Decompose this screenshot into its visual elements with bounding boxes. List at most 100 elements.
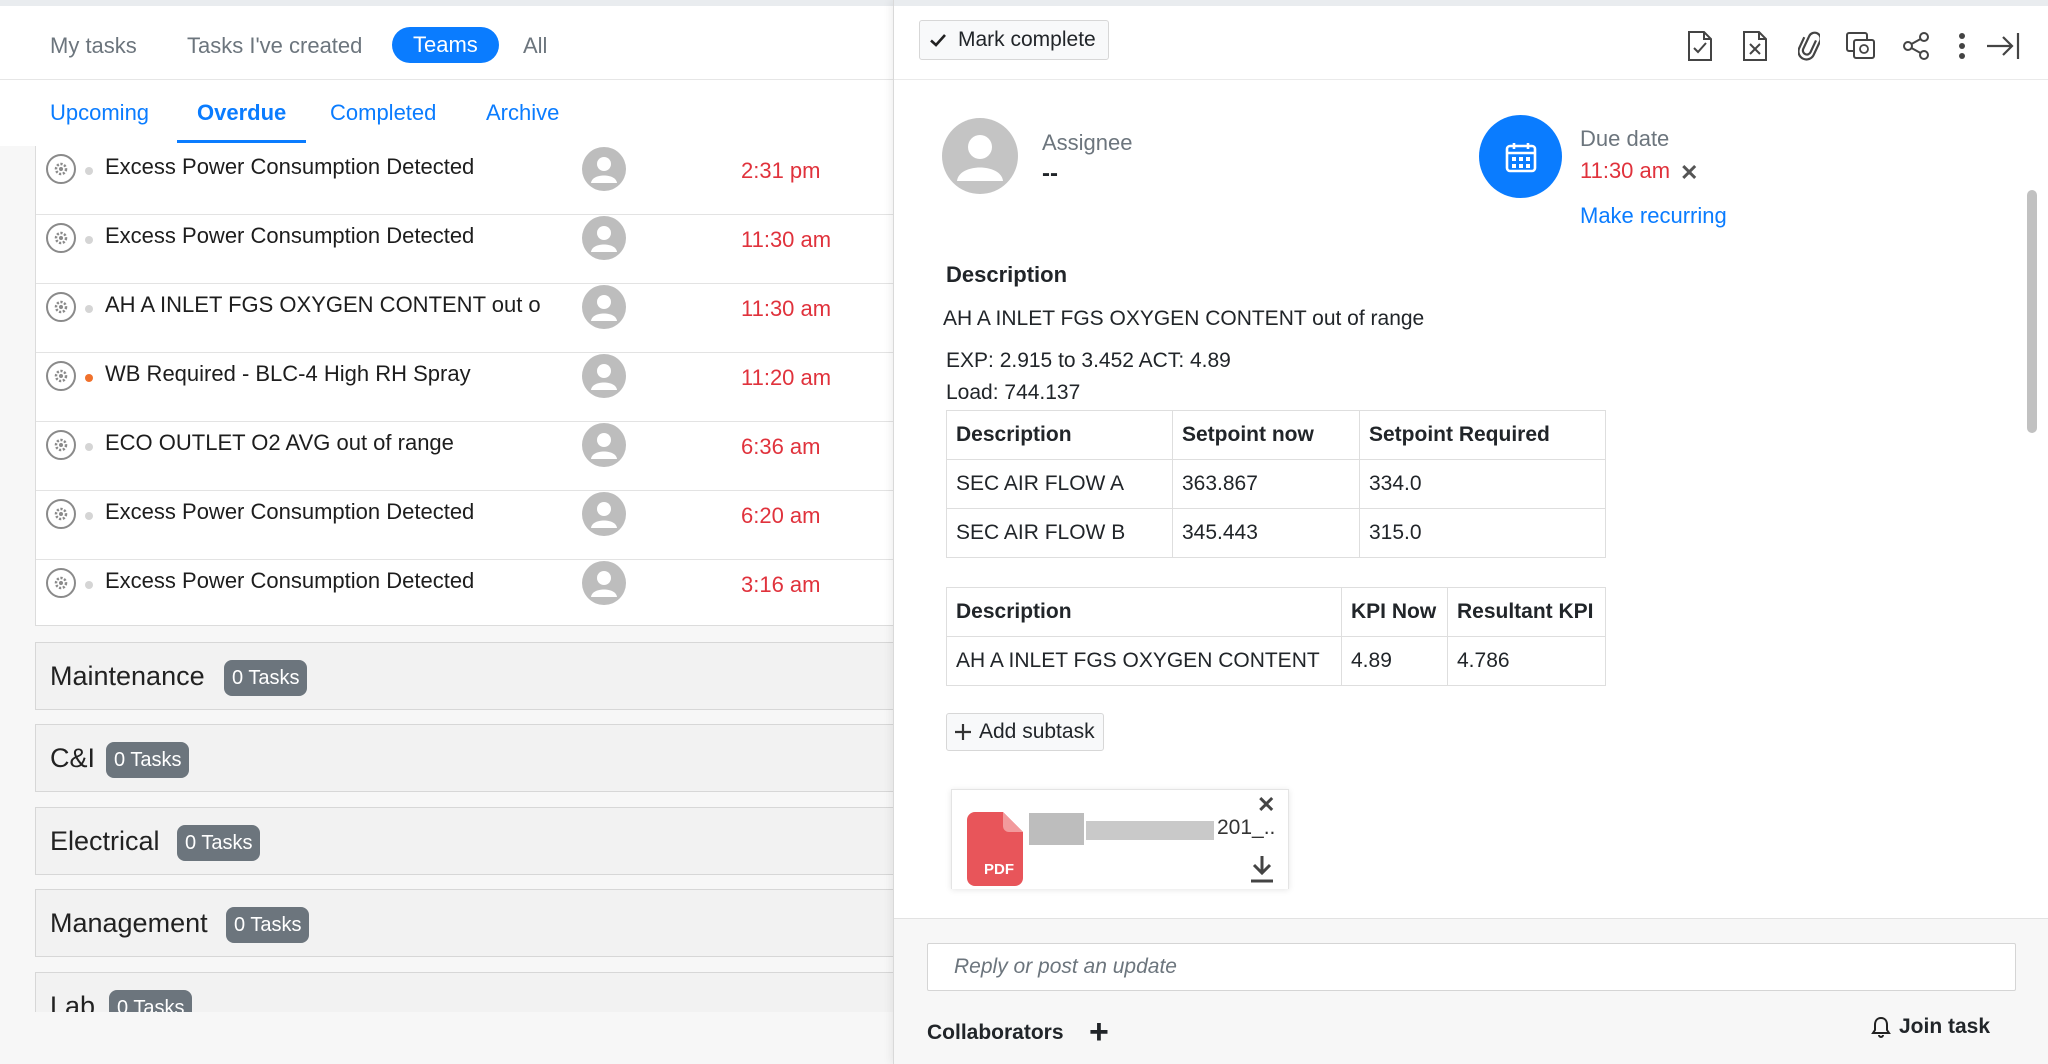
add-subtask-button[interactable]: Add subtask <box>946 713 1104 751</box>
due-time: 6:36 am <box>741 434 821 459</box>
mark-complete-button[interactable]: Mark complete <box>919 20 1109 60</box>
avatar[interactable] <box>582 492 626 536</box>
avatar[interactable] <box>582 423 626 467</box>
group-maintenance[interactable]: Maintenance 0 Tasks <box>35 642 893 710</box>
copy-icon[interactable] <box>1843 28 1879 64</box>
table-cell: 315.0 <box>1359 508 1606 558</box>
close-panel-icon[interactable] <box>1985 28 2021 64</box>
task-row[interactable]: Excess Power Consumption Detected 6:20 a… <box>36 491 893 560</box>
setpoint-table: Description Setpoint now Setpoint Requir… <box>946 410 1606 558</box>
scrollbar[interactable] <box>2027 190 2037 433</box>
redacted-block <box>1086 821 1214 840</box>
task-detail-pane: Mark complete Assignee -- Due date 11:30… <box>893 0 2048 1064</box>
kpi-table: Description KPI Now Resultant KPI AH A I… <box>946 587 1606 686</box>
tab-archive[interactable]: Archive <box>486 100 559 140</box>
avatar[interactable] <box>582 561 626 605</box>
task-count-badge: 0 Tasks <box>226 907 310 943</box>
status-dot <box>85 236 93 244</box>
gear-icon <box>46 499 76 529</box>
remove-attachment-icon[interactable]: ✕ <box>1257 792 1275 818</box>
status-dot <box>85 581 93 589</box>
group-name: Management <box>50 908 208 938</box>
gear-icon <box>46 430 76 460</box>
plus-icon <box>955 724 971 740</box>
attachment-name[interactable]: 201_... <box>1029 813 1274 845</box>
group-electrical[interactable]: Electrical 0 Tasks <box>35 807 893 875</box>
assignee-avatar[interactable] <box>942 118 1018 194</box>
tab-all[interactable]: All <box>523 28 547 64</box>
attachment-card[interactable]: PDF 201_... ✕ <box>951 789 1289 889</box>
table-header: KPI Now <box>1341 587 1448 637</box>
due-time: 2:31 pm <box>741 158 821 183</box>
tab-upcoming[interactable]: Upcoming <box>50 100 149 140</box>
due-date-value[interactable]: 11:30 am <box>1580 158 1670 184</box>
description-line: AH A INLET FGS OXYGEN CONTENT out of ran… <box>943 307 1425 330</box>
task-title[interactable]: ECO OUTLET O2 AVG out of range <box>105 430 575 456</box>
top-tab-bar: My tasks Tasks I've created Teams All <box>0 0 893 80</box>
table-header: Description <box>946 410 1173 460</box>
share-icon[interactable] <box>1898 28 1934 64</box>
reply-input[interactable]: Reply or post an update <box>927 943 2016 991</box>
due-date-label: Due date <box>1580 126 1670 151</box>
due-time: 11:20 am <box>741 365 832 390</box>
task-count-badge: 0 Tasks <box>177 825 261 861</box>
description-heading: Description <box>946 262 1068 287</box>
table-cell: SEC AIR FLOW B <box>946 508 1173 558</box>
calendar-icon[interactable] <box>1479 115 1562 198</box>
avatar[interactable] <box>582 285 626 329</box>
task-title[interactable]: Excess Power Consumption Detected <box>105 499 575 525</box>
due-time: 3:16 am <box>741 572 821 597</box>
task-cancel-icon[interactable] <box>1737 28 1773 64</box>
task-row[interactable]: ECO OUTLET O2 AVG out of range 6:36 am <box>36 422 893 491</box>
task-row[interactable]: WB Required - BLC-4 High RH Spray 11:20 … <box>36 353 893 422</box>
tab-overdue[interactable]: Overdue <box>177 100 307 143</box>
assignee-value[interactable]: -- <box>1042 160 1058 188</box>
tab-teams[interactable]: Teams <box>392 27 499 63</box>
task-row[interactable]: Excess Power Consumption Detected 11:30 … <box>36 215 893 284</box>
gear-icon <box>46 568 76 598</box>
gear-icon <box>46 223 76 253</box>
task-title[interactable]: Excess Power Consumption Detected <box>105 223 575 249</box>
group-management[interactable]: Management 0 Tasks <box>35 889 893 957</box>
task-title[interactable]: WB Required - BLC-4 High RH Spray <box>105 361 575 387</box>
overdue-task-list: Excess Power Consumption Detected 2:31 p… <box>35 146 893 626</box>
download-icon[interactable] <box>1249 854 1275 884</box>
description-line: EXP: 2.915 to 3.452 ACT: 4.89 <box>946 349 1231 372</box>
group-name: Maintenance <box>50 661 205 691</box>
clear-due-date-icon[interactable]: ✕ <box>1680 160 1698 186</box>
add-collaborator-button[interactable]: + <box>1089 1015 1109 1049</box>
task-title[interactable]: AH A INLET FGS OXYGEN CONTENT out o <box>105 292 575 318</box>
table-row: SEC AIR FLOW B 345.443 315.0 <box>946 508 1606 558</box>
avatar[interactable] <box>582 147 626 191</box>
paperclip-icon[interactable] <box>1791 28 1827 64</box>
tab-my-tasks[interactable]: My tasks <box>50 28 137 64</box>
priority-dot <box>85 374 93 382</box>
avatar[interactable] <box>582 354 626 398</box>
table-header: Setpoint now <box>1172 410 1360 460</box>
due-time: 6:20 am <box>741 503 821 528</box>
group-c-and-i[interactable]: C&I 0 Tasks <box>35 724 893 792</box>
detail-toolbar: Mark complete <box>894 0 2048 80</box>
task-check-icon[interactable] <box>1682 28 1718 64</box>
task-count-badge: 0 Tasks <box>224 660 308 696</box>
table-header: Description <box>946 587 1342 637</box>
task-row[interactable]: Excess Power Consumption Detected 2:31 p… <box>36 146 893 215</box>
gear-icon <box>46 292 76 322</box>
make-recurring-link[interactable]: Make recurring <box>1580 203 1727 229</box>
task-row[interactable]: Excess Power Consumption Detected 3:16 a… <box>36 560 893 629</box>
task-count-badge: 0 Tasks <box>106 742 190 778</box>
task-row[interactable]: AH A INLET FGS OXYGEN CONTENT out o 11:3… <box>36 284 893 353</box>
table-cell: SEC AIR FLOW A <box>946 459 1173 509</box>
table-header-row: Description KPI Now Resultant KPI <box>946 587 1606 637</box>
more-vertical-icon[interactable] <box>1944 28 1980 64</box>
table-cell: 4.89 <box>1341 636 1448 686</box>
join-task-button[interactable]: Join task <box>1871 1015 1990 1039</box>
collaborators-label: Collaborators <box>927 1021 1064 1044</box>
due-time: 11:30 am <box>741 227 832 252</box>
avatar[interactable] <box>582 216 626 260</box>
group-name: C&I <box>50 743 96 773</box>
tab-tasks-created[interactable]: Tasks I've created <box>187 28 362 64</box>
task-title[interactable]: Excess Power Consumption Detected <box>105 154 575 180</box>
task-title[interactable]: Excess Power Consumption Detected <box>105 568 575 594</box>
tab-completed[interactable]: Completed <box>330 100 436 140</box>
